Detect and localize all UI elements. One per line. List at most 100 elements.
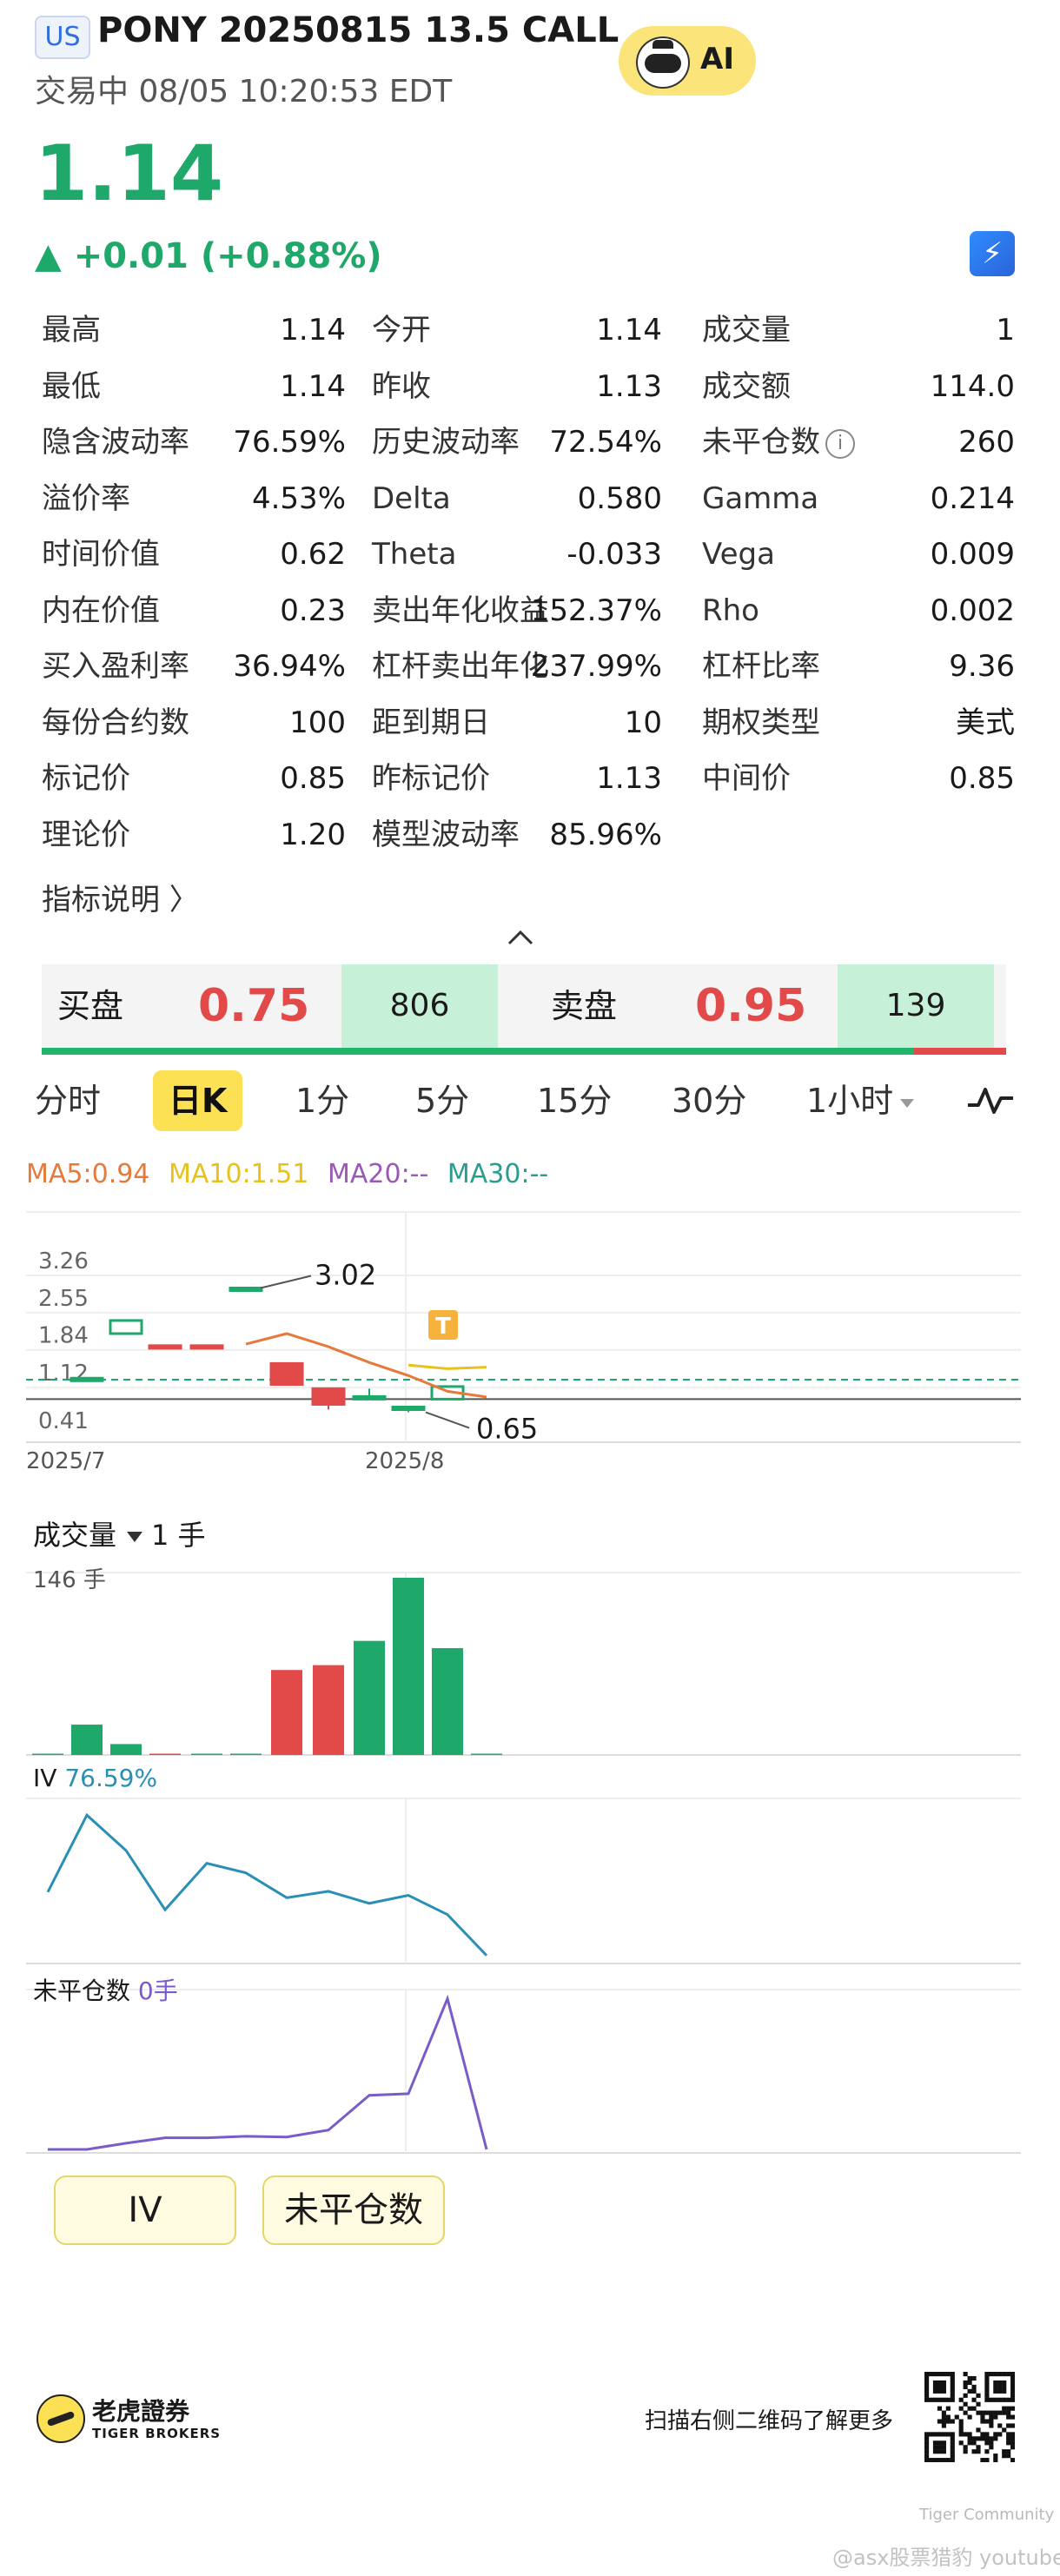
- y-tick-label: 2.55: [38, 1286, 89, 1312]
- qr-module: [976, 2449, 981, 2454]
- volume-title[interactable]: 成交量 1 手: [33, 1513, 206, 1553]
- ai-assistant-button[interactable]: AI: [619, 26, 756, 96]
- info-icon[interactable]: i: [825, 428, 855, 459]
- qr-module: [941, 2449, 946, 2454]
- qr-module: [958, 2432, 964, 2437]
- qr-module: [950, 2453, 955, 2459]
- volume-bar: [71, 1725, 103, 1755]
- stat-label: 隐含波动率: [42, 414, 189, 470]
- qr-module: [924, 2445, 930, 2450]
- qr-module: [1010, 2406, 1015, 2411]
- oi-value: 0手: [137, 1977, 178, 2005]
- stat-label-text: 杠杆比率: [702, 649, 820, 684]
- tab-period[interactable]: 分时: [35, 1070, 101, 1131]
- stat-label-text: Theta: [372, 537, 457, 572]
- qr-module: [1006, 2449, 1011, 2454]
- tab-period[interactable]: 1小时: [806, 1070, 915, 1131]
- stat-value: -0.033: [566, 537, 662, 572]
- stats-row: 最高 1.14 今开 1.14 成交量 1: [42, 302, 1015, 359]
- qr-module: [984, 2375, 990, 2381]
- volume-max-label: 146 手: [33, 1567, 106, 1593]
- stat-label-text: 时间价值: [42, 537, 160, 572]
- qr-module: [971, 2436, 977, 2441]
- qr-module: [932, 2372, 938, 2377]
- stat-label-text: 昨标记价: [372, 761, 490, 796]
- chevron-up-icon[interactable]: [506, 926, 535, 947]
- qr-module: [945, 2432, 951, 2437]
- indicator-explanation-link[interactable]: 指标说明 〉: [42, 876, 199, 918]
- stat-value: 10: [624, 705, 662, 740]
- stat-value: 36.94%: [233, 649, 346, 684]
- qr-module: [993, 2388, 998, 2394]
- lightning-trade-icon[interactable]: ⚡: [970, 231, 1015, 276]
- qr-module: [924, 2380, 930, 2386]
- stat-label: 时间价值: [42, 526, 160, 582]
- qr-module: [963, 2432, 968, 2437]
- qr-module: [924, 2384, 930, 2390]
- qr-module: [932, 2440, 938, 2446]
- stat-value: 1.14: [280, 313, 346, 348]
- qr-module: [941, 2410, 946, 2415]
- qr-module: [967, 2414, 972, 2420]
- tab-period[interactable]: 5分: [415, 1070, 469, 1131]
- qr-module: [997, 2372, 1003, 2377]
- open-interest-toggle-button[interactable]: 未平仓数: [262, 2175, 445, 2245]
- qr-module: [971, 2397, 977, 2402]
- qr-module: [971, 2440, 977, 2446]
- qr-module: [984, 2440, 990, 2446]
- oi-title-text: 未平仓数: [33, 1977, 131, 2005]
- qr-module: [932, 2432, 938, 2437]
- tab-period[interactable]: 1分: [295, 1070, 349, 1131]
- low-annotation: 0.65: [476, 1413, 538, 1446]
- qr-module: [945, 2372, 951, 2377]
- tab-period[interactable]: 日K: [153, 1070, 243, 1131]
- qr-module: [993, 2432, 998, 2437]
- stat-value: 76.59%: [233, 425, 346, 460]
- qr-module: [984, 2397, 990, 2402]
- qr-module: [993, 2384, 998, 2390]
- qr-module: [984, 2393, 990, 2398]
- stat-value: 0.009: [930, 537, 1015, 572]
- qr-module: [989, 2372, 994, 2377]
- qr-module: [954, 2414, 959, 2420]
- qr-module: [976, 2445, 981, 2450]
- qr-module: [989, 2419, 994, 2424]
- qr-module: [989, 2436, 994, 2441]
- trade-marker-label: T: [435, 1314, 451, 1340]
- qr-module: [945, 2397, 951, 2402]
- y-tick-label: 1.84: [38, 1323, 89, 1349]
- candle-body: [269, 1361, 304, 1387]
- qr-module: [1010, 2458, 1015, 2462]
- ma10-label: MA10:1.51: [168, 1159, 309, 1189]
- iv-toggle-button[interactable]: IV: [54, 2175, 236, 2245]
- qr-module: [924, 2449, 930, 2454]
- stat-label: 中间价: [702, 751, 791, 806]
- stat-value: 0.23: [280, 593, 346, 628]
- iv-title-text: IV: [33, 1764, 57, 1792]
- bid-size: 806: [341, 964, 498, 1048]
- qr-module: [937, 2384, 943, 2390]
- stat-value: 1.14: [596, 313, 662, 348]
- qr-module: [984, 2436, 990, 2441]
- scan-qr-text: 扫描右侧二维码了解更多: [645, 2408, 894, 2434]
- qr-module: [932, 2445, 938, 2450]
- stat-label-text: 今开: [372, 313, 431, 348]
- qr-module: [945, 2458, 951, 2462]
- qr-module: [1006, 2414, 1011, 2420]
- qr-module: [941, 2458, 946, 2462]
- stat-label-text: Gamma: [702, 480, 819, 516]
- qr-module: [1002, 2453, 1007, 2459]
- qr-module: [941, 2380, 946, 2386]
- qr-module: [1010, 2436, 1015, 2441]
- qr-module: [993, 2410, 998, 2415]
- stats-row: 标记价 0.85 昨标记价 1.13 中间价 0.85: [42, 751, 1015, 807]
- tab-period[interactable]: 30分: [672, 1070, 746, 1131]
- qr-module: [932, 2449, 938, 2454]
- qr-module: [984, 2388, 990, 2394]
- annotation-leader: [260, 1275, 312, 1289]
- tab-period[interactable]: 15分: [537, 1070, 612, 1131]
- indicator-wave-icon[interactable]: [964, 1083, 1017, 1117]
- qr-module: [941, 2384, 946, 2390]
- qr-module: [1010, 2384, 1015, 2390]
- qr-module: [997, 2380, 1003, 2386]
